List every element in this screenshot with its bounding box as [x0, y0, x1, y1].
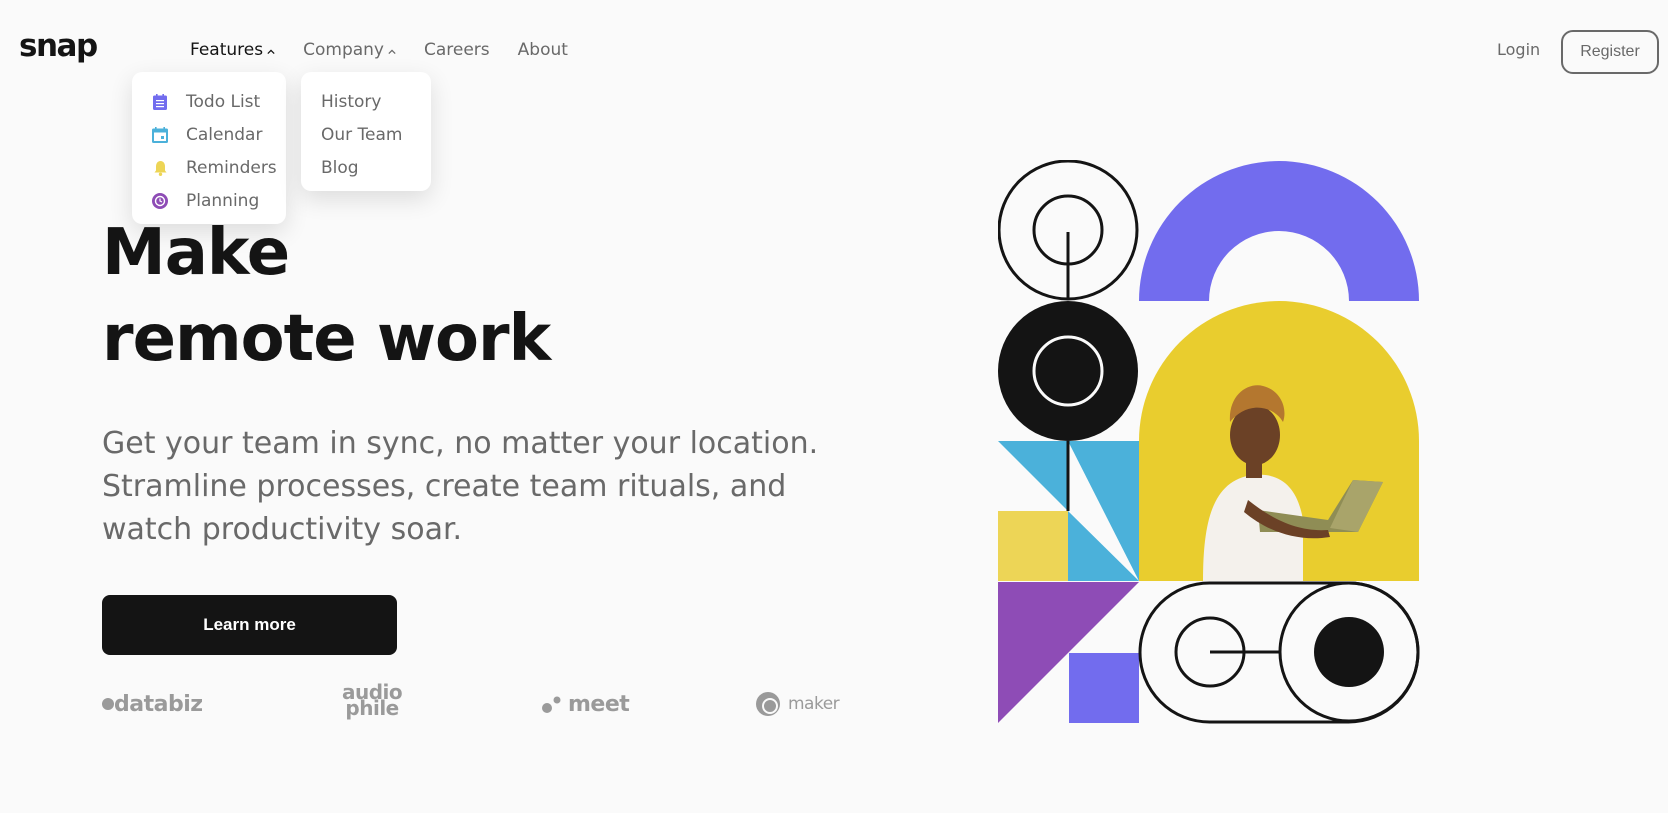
- nav-company-label: Company: [303, 40, 384, 60]
- maker-logo: maker: [756, 684, 840, 724]
- client-logos: databiz audio phile meet maker: [102, 682, 842, 724]
- yellow-square: [998, 511, 1068, 581]
- menu-item-label: Calendar: [186, 124, 263, 145]
- databiz-mark-icon: [102, 698, 114, 710]
- menu-item-label: Planning: [186, 190, 260, 211]
- maker-mark-icon: [756, 692, 780, 716]
- menu-item-reminders[interactable]: Reminders: [152, 151, 277, 184]
- menu-item-todo-list[interactable]: Todo List: [152, 85, 266, 118]
- hero-title-line-2: remote work: [102, 302, 551, 376]
- todo-list-icon: [152, 93, 168, 110]
- menu-item-label: Blog: [321, 157, 359, 178]
- menu-item-our-team[interactable]: Our Team: [321, 118, 411, 151]
- company-dropdown: History Our Team Blog: [301, 72, 431, 191]
- pill-black-dot: [1314, 617, 1384, 687]
- hero-description: Get your team in sync, no matter your lo…: [102, 426, 819, 547]
- hero-title-line-1: Make: [102, 216, 290, 290]
- audiophile-logo: audio phile: [342, 680, 403, 720]
- chevron-up-icon: [388, 49, 396, 55]
- menu-item-history[interactable]: History: [321, 85, 411, 118]
- client-name: maker: [788, 694, 840, 714]
- login-link[interactable]: Login: [1497, 40, 1540, 59]
- nav-about[interactable]: About: [518, 40, 568, 60]
- register-button[interactable]: Register: [1561, 30, 1659, 74]
- nav-company[interactable]: Company: [303, 40, 396, 60]
- menu-item-blog[interactable]: Blog: [321, 151, 411, 184]
- snap-logo[interactable]: snap: [19, 28, 98, 64]
- databiz-logo: databiz: [102, 684, 203, 724]
- menu-item-label: Todo List: [186, 91, 261, 112]
- planning-icon: [152, 192, 168, 209]
- meet-logo: meet: [542, 684, 630, 724]
- client-name: databiz: [114, 691, 203, 717]
- nav-about-label: About: [517, 40, 568, 60]
- meet-mark-icon: [542, 696, 561, 713]
- chevron-up-icon: [267, 49, 275, 55]
- client-name: meet: [568, 691, 630, 717]
- menu-item-label: History: [321, 91, 382, 112]
- purple-arch: [1139, 161, 1419, 301]
- main-nav: Features Company Careers About: [190, 40, 568, 60]
- hero-illustration: [998, 160, 1420, 724]
- nav-features-label: Features: [190, 40, 264, 60]
- client-name-line-2: phile: [345, 696, 399, 720]
- black-disc: [998, 301, 1138, 441]
- menu-item-label: Our Team: [321, 124, 403, 145]
- menu-item-label: Reminders: [186, 157, 277, 178]
- calendar-icon: [152, 126, 168, 143]
- bell-icon: [152, 160, 168, 176]
- nav-careers-label: Careers: [423, 40, 490, 60]
- nav-features[interactable]: Features: [190, 40, 275, 60]
- hero-title: Make remote work: [102, 210, 551, 382]
- purple-square: [1069, 653, 1139, 723]
- blue-triangle-left: [998, 441, 1068, 511]
- features-dropdown: Todo List Calendar Reminders Planning: [132, 72, 286, 224]
- learn-more-button[interactable]: Learn more: [102, 595, 397, 655]
- menu-item-calendar[interactable]: Calendar: [152, 118, 266, 151]
- nav-careers[interactable]: Careers: [424, 40, 490, 60]
